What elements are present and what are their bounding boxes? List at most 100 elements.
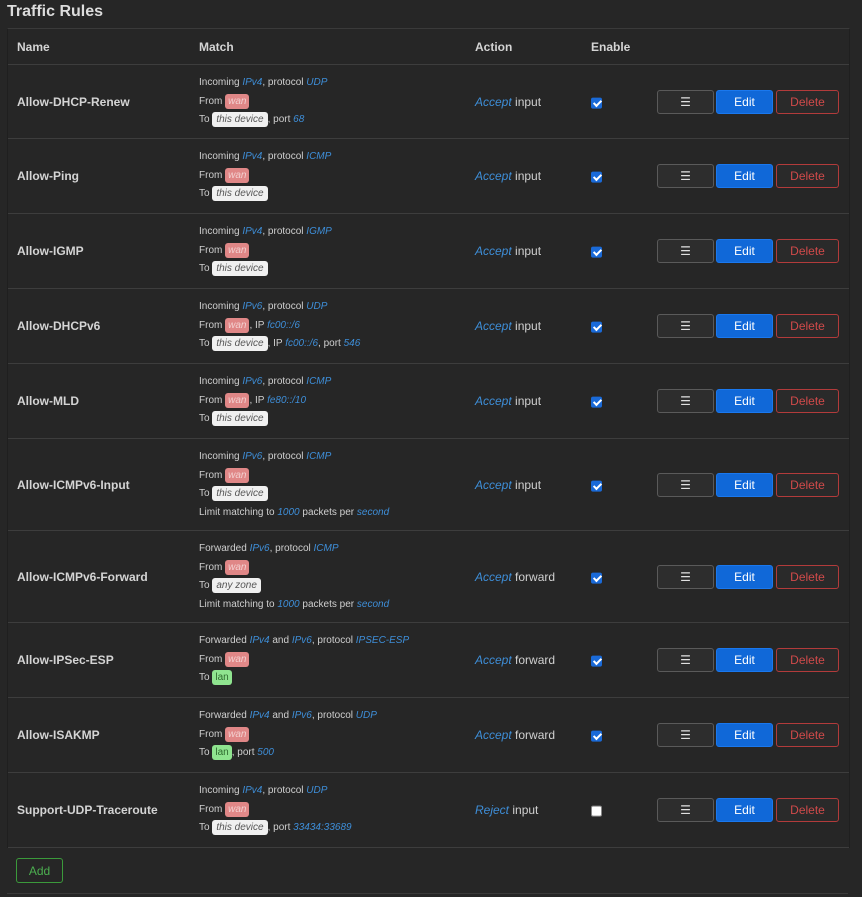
delete-button[interactable]: Delete bbox=[776, 314, 839, 338]
match-line: To this device bbox=[199, 410, 331, 429]
action-target: input bbox=[512, 803, 539, 817]
match-text: , port bbox=[267, 822, 294, 833]
rule-action: Accept input bbox=[475, 394, 541, 408]
rule-match: Incoming IPv6, protocol ICMP From wan To t… bbox=[199, 448, 389, 522]
drag-handle-button[interactable]: ☰ bbox=[657, 89, 714, 114]
zone-badge: wan bbox=[225, 392, 250, 408]
delete-button[interactable]: Delete bbox=[776, 798, 839, 822]
enable-checkbox[interactable] bbox=[591, 246, 602, 258]
match-text: , IP bbox=[249, 394, 268, 406]
match-value: IPv4 bbox=[249, 710, 270, 721]
rule-name: Allow-ICMPv6-Input bbox=[17, 477, 130, 492]
edit-button[interactable]: Edit bbox=[716, 239, 773, 263]
rule-name: Support-UDP-Traceroute bbox=[17, 803, 158, 817]
match-value: 546 bbox=[343, 338, 361, 349]
action-verb: Accept bbox=[475, 94, 512, 109]
drag-handle-button[interactable]: ☰ bbox=[657, 164, 714, 188]
rule-match: Incoming IPv6, protocol ICMP From wan, IP… bbox=[199, 373, 331, 429]
table-body: Allow-DHCP-Renew Incoming IPv4, protocol … bbox=[8, 65, 849, 848]
edit-button[interactable]: Edit bbox=[716, 89, 773, 114]
match-text: Incoming bbox=[199, 151, 243, 162]
match-value: IPv4 bbox=[242, 226, 263, 237]
delete-button[interactable]: Delete bbox=[776, 723, 839, 747]
delete-button[interactable]: Delete bbox=[776, 239, 839, 263]
match-text: , protocol bbox=[311, 710, 356, 721]
rule-action: Accept input bbox=[475, 95, 541, 109]
match-line: Incoming IPv6, protocol ICMP bbox=[199, 373, 331, 392]
match-line: Forwarded IPv4 and IPv6, protocol UDP bbox=[199, 707, 377, 726]
delete-button[interactable]: Delete bbox=[776, 648, 839, 672]
delete-button[interactable]: Delete bbox=[776, 89, 839, 114]
rule-name: Allow-DHCP-Renew bbox=[17, 94, 130, 109]
edit-button[interactable]: Edit bbox=[716, 564, 773, 589]
match-text: , IP bbox=[267, 338, 286, 349]
match-text: From bbox=[199, 394, 226, 406]
drag-handle-button[interactable]: ☰ bbox=[657, 564, 714, 589]
table-row: Allow-DHCP-Renew Incoming IPv4, protocol … bbox=[8, 65, 849, 139]
match-text: Limit matching to bbox=[199, 506, 278, 518]
column-enable: Enable bbox=[591, 40, 631, 54]
match-text: Incoming bbox=[199, 376, 243, 387]
edit-button[interactable]: Edit bbox=[716, 314, 773, 338]
add-rule-button[interactable]: Add bbox=[16, 858, 63, 883]
match-value: UDP bbox=[306, 77, 328, 88]
enable-checkbox[interactable] bbox=[591, 480, 602, 492]
match-text: , IP bbox=[249, 319, 268, 331]
match-line: From wan bbox=[199, 559, 389, 578]
drag-handle-button[interactable]: ☰ bbox=[657, 314, 714, 338]
table-row: Allow-IGMP Incoming IPv4, protocol IGMP Fr… bbox=[8, 214, 849, 289]
match-text: Limit matching to bbox=[199, 598, 278, 610]
enable-checkbox[interactable] bbox=[591, 805, 602, 817]
enable-checkbox[interactable] bbox=[591, 97, 602, 109]
rule-name: Allow-DHCPv6 bbox=[17, 319, 101, 333]
zone-badge: this device bbox=[212, 486, 268, 501]
match-text: To bbox=[199, 747, 213, 758]
delete-button[interactable]: Delete bbox=[776, 164, 839, 188]
match-value: IPv6 bbox=[291, 710, 312, 721]
zone-badge: this device bbox=[212, 411, 268, 426]
zone-badge: this device bbox=[212, 261, 268, 276]
delete-button[interactable]: Delete bbox=[776, 564, 839, 589]
match-text: Forwarded bbox=[199, 710, 250, 721]
match-text: From bbox=[199, 803, 226, 815]
match-value: IPv4 bbox=[242, 77, 263, 88]
page-title: Traffic Rules bbox=[7, 3, 104, 20]
enable-checkbox[interactable] bbox=[591, 572, 602, 584]
drag-handle-button[interactable]: ☰ bbox=[657, 239, 714, 263]
match-line: Incoming IPv4, protocol ICMP bbox=[199, 148, 331, 167]
match-text: Forwarded bbox=[199, 635, 250, 646]
enable-checkbox[interactable] bbox=[591, 655, 602, 667]
match-value: IPv4 bbox=[249, 635, 270, 646]
action-verb: Accept bbox=[475, 244, 512, 258]
edit-button[interactable]: Edit bbox=[716, 723, 773, 747]
delete-button[interactable]: Delete bbox=[776, 472, 839, 497]
match-line: To this device bbox=[199, 185, 331, 204]
match-value: 1000 bbox=[277, 506, 300, 518]
drag-handle-button[interactable]: ☰ bbox=[657, 798, 714, 822]
table-row: Allow-ISAKMP Forwarded IPv4 and IPv6, pro… bbox=[8, 698, 849, 773]
match-line: Incoming IPv6, protocol UDP bbox=[199, 298, 360, 317]
match-text: , protocol bbox=[262, 301, 307, 312]
match-line: To this device, IP fc00::/6, port 546 bbox=[199, 335, 360, 354]
edit-button[interactable]: Edit bbox=[716, 798, 773, 822]
edit-button[interactable]: Edit bbox=[716, 648, 773, 672]
edit-button[interactable]: Edit bbox=[716, 164, 773, 188]
drag-handle-button[interactable]: ☰ bbox=[657, 648, 714, 672]
match-text: Incoming bbox=[199, 226, 243, 237]
rule-name: Allow-ISAKMP bbox=[17, 728, 100, 742]
enable-checkbox[interactable] bbox=[591, 171, 602, 183]
table-header: Name Match Action Enable bbox=[8, 29, 849, 65]
drag-handle-button[interactable]: ☰ bbox=[657, 389, 714, 413]
edit-button[interactable]: Edit bbox=[716, 389, 773, 413]
match-text: To bbox=[199, 263, 213, 274]
drag-handle-button[interactable]: ☰ bbox=[657, 723, 714, 747]
action-target: forward bbox=[515, 653, 556, 667]
match-text: , port bbox=[267, 114, 294, 125]
enable-checkbox[interactable] bbox=[591, 730, 602, 742]
enable-checkbox[interactable] bbox=[591, 396, 602, 408]
edit-button[interactable]: Edit bbox=[716, 472, 773, 497]
delete-button[interactable]: Delete bbox=[776, 389, 839, 413]
drag-handle-button[interactable]: ☰ bbox=[657, 472, 714, 497]
match-value: 68 bbox=[293, 114, 305, 125]
enable-checkbox[interactable] bbox=[591, 321, 602, 333]
